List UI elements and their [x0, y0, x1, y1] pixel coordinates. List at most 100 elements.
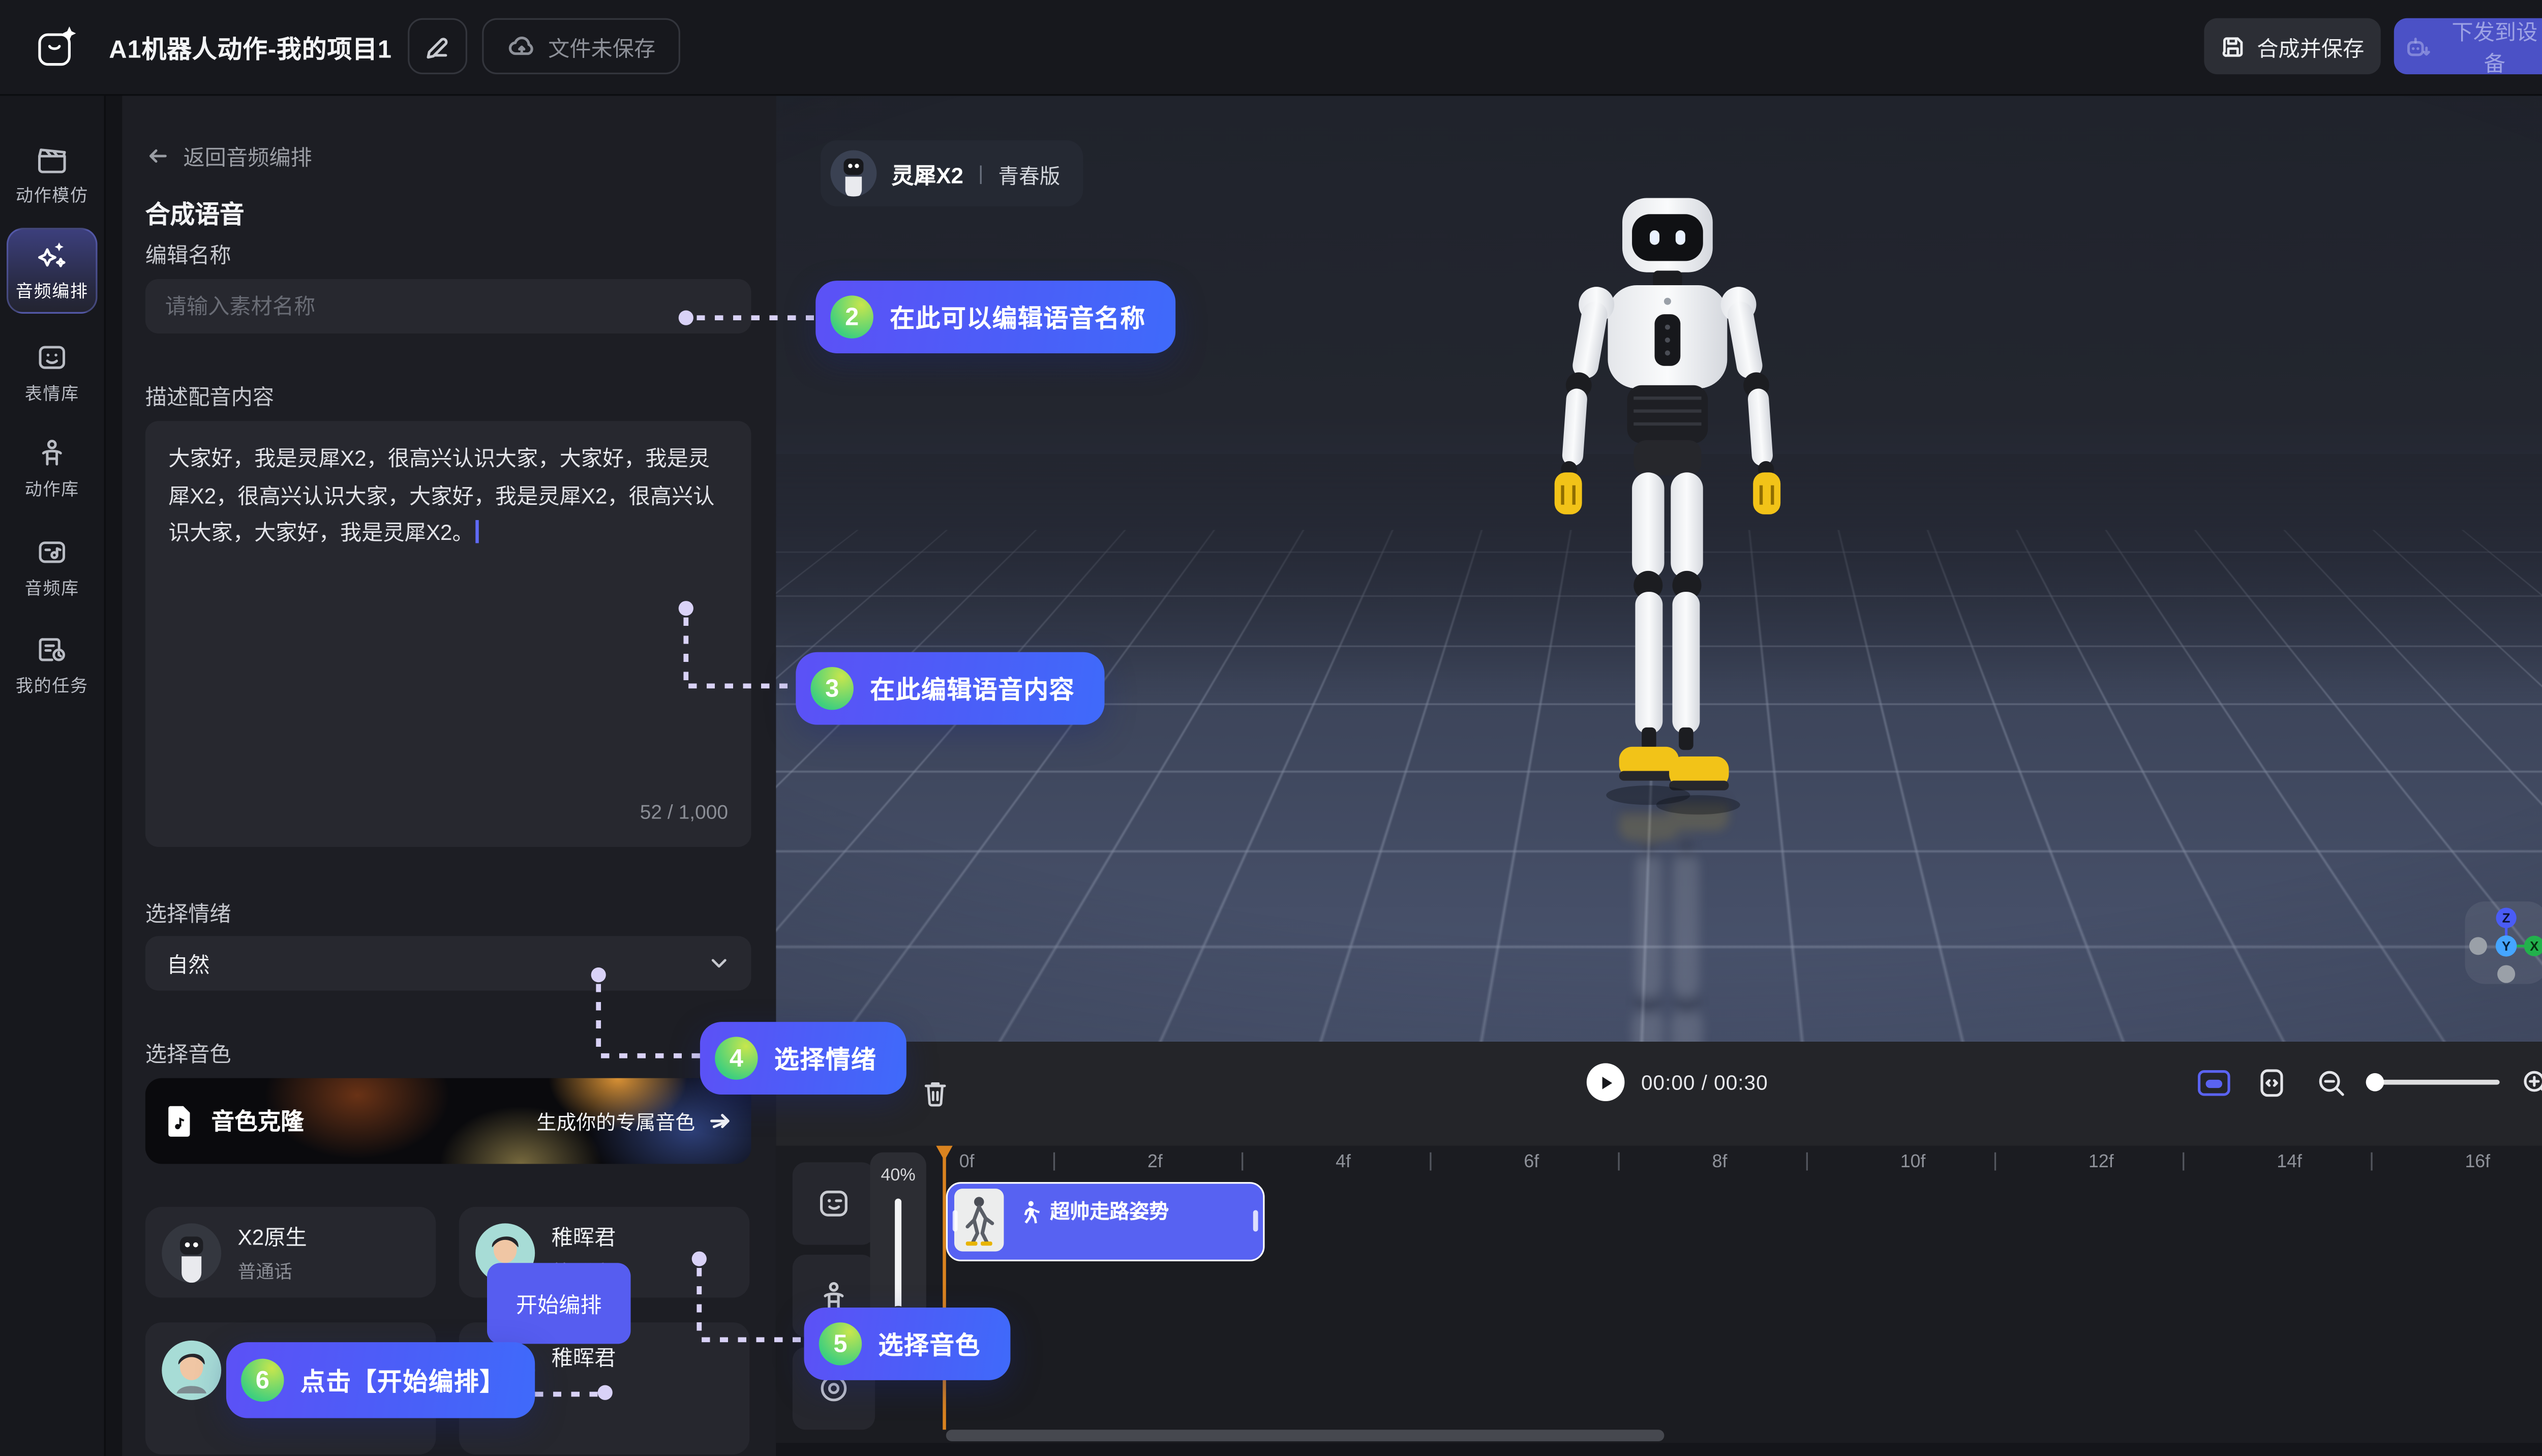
guide-step-text: 选择音色 [879, 1326, 981, 1361]
guide-step-4: 4 选择情绪 [700, 1022, 906, 1095]
timeline-panel: 00:00 / 00:30 0f 2f 4f 6f 8f 10f 12f 14f [776, 1042, 2542, 1456]
sidebar-item-label: 动作模仿 [16, 183, 88, 208]
voice-content-textarea[interactable]: 大家好，我是灵犀X2，很高兴认识大家，大家好，我是灵犀X2，很高兴认识大家，大家… [145, 421, 751, 847]
guide-connector [702, 1337, 804, 1342]
sidebar-item-expression-library[interactable]: 表情库 [7, 330, 98, 416]
model-badge: 灵犀X2 | 青春版 [821, 140, 1083, 206]
content-field-label: 描述配音内容 [145, 380, 274, 411]
humanoid-robot-model[interactable] [1506, 195, 1830, 1042]
expression-track-icon[interactable] [793, 1162, 875, 1245]
guide-step-number: 2 [830, 295, 873, 338]
zoom-in-button[interactable] [2521, 1068, 2542, 1098]
sidebar-item-audio-library[interactable]: 音频库 [7, 525, 98, 611]
ruler-label: 12f [2089, 1152, 2114, 1172]
guide-connector [697, 315, 815, 320]
guide-step-text: 选择情绪 [774, 1041, 876, 1076]
guide-step-number: 6 [241, 1359, 284, 1402]
badge-divider: | [978, 162, 983, 185]
guide-step-number: 4 [715, 1037, 758, 1079]
auto-fit-toggle-icon[interactable] [2196, 1067, 2232, 1100]
fit-width-button[interactable] [2257, 1067, 2286, 1100]
project-title: A1机器人动作-我的项目1 [109, 32, 392, 66]
axis-gizmo[interactable]: Z X Y [2465, 901, 2542, 984]
timeline-clip-walk-pose[interactable]: 超帅走路姿势 [946, 1182, 1265, 1261]
person-avatar [162, 1341, 221, 1400]
guide-connector-dot [591, 967, 606, 982]
volume-slider[interactable] [895, 1199, 901, 1318]
voice-name: 稚晖君 [552, 1341, 616, 1372]
panel-title: 合成语音 [145, 197, 245, 232]
timeline-ruler[interactable]: 0f 2f 4f 6f 8f 10f 12f 14f 16f [776, 1146, 2542, 1182]
timeline-zoom-slider[interactable] [2368, 1080, 2500, 1085]
voice-name: 稚晖君 [552, 1220, 616, 1252]
guide-step-3: 3 在此编辑语音内容 [796, 652, 1104, 725]
timeline-horizontal-scrollbar[interactable] [946, 1430, 1665, 1441]
sparkles-icon [35, 238, 69, 272]
back-to-audio-arrange-link[interactable]: 返回音频编排 [145, 140, 312, 172]
deploy-to-device-button[interactable]: 下发到设备 [2394, 18, 2542, 74]
clip-trim-handle-left[interactable] [953, 1210, 958, 1231]
save-icon [2221, 34, 2246, 59]
main-sidebar: 动作模仿 音频编排 表情库 动作库 音频库 我的任务 [0, 94, 106, 1456]
music-file-icon [165, 1105, 195, 1138]
model-edition: 青春版 [998, 158, 1061, 189]
svg-text:Z: Z [2502, 911, 2510, 926]
clip-thumbnail [954, 1189, 1004, 1251]
voice-clone-banner[interactable]: 音色克隆 生成你的专属音色 [145, 1078, 751, 1164]
robot-avatar [162, 1223, 221, 1282]
save-and-synthesize-button[interactable]: 合成并保存 [2204, 18, 2380, 74]
deploy-button-label: 下发到设备 [2443, 15, 2542, 77]
guide-step-2: 2 在此可以编辑语音名称 [815, 281, 1175, 353]
music-library-icon [35, 535, 69, 569]
guide-step-number: 5 [819, 1322, 862, 1365]
robot-download-icon [2404, 32, 2432, 60]
sidebar-item-motion-library[interactable]: 动作库 [7, 426, 98, 512]
ruler-label: 8f [1712, 1152, 1728, 1172]
guide-step-text: 点击【开始编排】 [300, 1363, 505, 1398]
svg-text:Y: Y [2502, 938, 2510, 954]
sidebar-item-label: 表情库 [25, 381, 79, 406]
zoom-slider-handle[interactable] [2366, 1073, 2384, 1091]
ruler-label: 4f [1336, 1152, 1351, 1172]
emotion-selected-value: 自然 [167, 948, 209, 979]
sidebar-item-my-tasks[interactable]: 我的任务 [7, 622, 98, 708]
walking-person-icon [1019, 1199, 1040, 1222]
arrow-right-icon [708, 1109, 731, 1132]
voice-card-x2-native[interactable]: X2原生 普通话 [145, 1207, 436, 1298]
guide-connector [535, 1392, 597, 1397]
guide-connector-dot [679, 311, 693, 325]
zoom-out-button[interactable] [2316, 1068, 2346, 1098]
voice-name-input[interactable] [145, 279, 751, 333]
play-button[interactable] [1587, 1063, 1625, 1101]
sidebar-item-label: 音频库 [25, 576, 79, 601]
robot-3d-viewport[interactable]: 灵犀X2 | 青春版 [776, 94, 2542, 1042]
guide-connector [683, 618, 688, 687]
sidebar-item-motion-mimic[interactable]: 动作模仿 [7, 132, 98, 218]
ruler-label: 16f [2465, 1152, 2490, 1172]
ruler-label: 0f [959, 1152, 975, 1172]
model-name: 灵犀X2 [892, 157, 963, 190]
guide-step-5: 5 选择音色 [804, 1308, 1011, 1380]
playhead-line[interactable] [943, 1150, 945, 1430]
task-list-icon [35, 632, 69, 667]
text-cursor [475, 520, 478, 543]
voice-clone-cta: 生成你的专属音色 [536, 1107, 751, 1135]
char-counter: 52 / 1,000 [640, 793, 728, 830]
clapperboard-icon [35, 142, 69, 176]
guide-connector-dot [598, 1385, 613, 1400]
emotion-select[interactable]: 自然 [145, 936, 751, 990]
file-unsaved-button[interactable]: 文件未保存 [482, 18, 680, 74]
start-arrange-button[interactable]: 开始编排 [487, 1263, 631, 1344]
time-display: 00:00 / 00:30 [1641, 1072, 1768, 1095]
guide-step-6: 6 点击【开始编排】 [226, 1342, 535, 1418]
guide-step-number: 3 [810, 667, 853, 710]
clip-trim-handle-right[interactable] [1253, 1210, 1258, 1231]
rename-project-button[interactable] [408, 18, 467, 74]
app-window: A1机器人动作-我的项目1 文件未保存 合成并保存 下发到设备 动作模仿 音频编… [0, 0, 2542, 1456]
back-arrow-icon [145, 144, 170, 169]
voice-content-text: 大家好，我是灵犀X2，很高兴认识大家，大家好，我是灵犀X2，很高兴认识大家，大家… [168, 446, 714, 545]
sidebar-item-audio-arrange[interactable]: 音频编排 [7, 228, 98, 314]
delete-clip-button[interactable] [921, 1078, 949, 1108]
robot-avatar [830, 150, 876, 197]
guide-connector [596, 984, 601, 1053]
